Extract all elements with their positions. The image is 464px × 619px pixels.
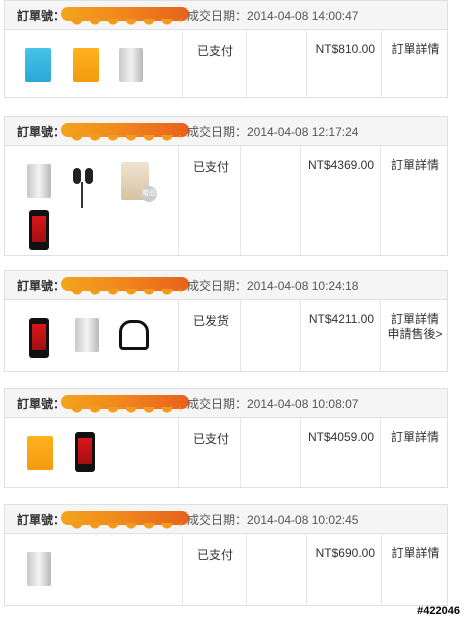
order-card: 訂單號： 成交日期：2014-04-08 10:02:45 已支付 NT$690… (4, 504, 448, 606)
order-detail-cell: 訂單詳情 (380, 418, 449, 487)
order-status: 已支付 (182, 534, 246, 605)
gift-badge: 贈品 (141, 186, 157, 202)
order-detail-link[interactable]: 訂單詳情 (381, 312, 449, 327)
order-price: NT$690.00 (306, 534, 381, 605)
order-detail-link[interactable]: 訂單詳情 (381, 430, 449, 445)
empty-column (240, 300, 301, 371)
order-detail-link[interactable]: 訂單詳情 (382, 42, 449, 57)
order-header: 訂單號： 成交日期：2014-04-08 10:02:45 (4, 504, 448, 534)
empty-column (246, 30, 307, 97)
order-number-label: 訂單號： (17, 397, 66, 411)
order-card: 訂單號： 成交日期：2014-04-08 10:24:18 已发货 NT$421… (4, 270, 448, 372)
order-date: 成交日期：2014-04-08 14:00:47 (187, 9, 359, 23)
order-status: 已支付 (178, 418, 240, 487)
otg-cable-icon[interactable] (119, 320, 149, 350)
order-body: 已支付 NT$4059.00 訂單詳情 (4, 418, 448, 488)
order-price: NT$4059.00 (300, 418, 380, 487)
order-body: 已发货 NT$4211.00 訂單詳情 申請售後> (4, 300, 448, 372)
order-status: 已支付 (178, 146, 240, 255)
blue-power-bank-icon[interactable] (25, 48, 51, 82)
redacted-order-number (61, 277, 189, 299)
order-date: 成交日期：2014-04-08 10:08:07 (187, 397, 359, 411)
order-header: 訂單號： 成交日期：2014-04-08 14:00:47 (4, 0, 448, 30)
orange-power-bank-icon[interactable] (73, 48, 99, 82)
redacted-order-number (61, 395, 189, 417)
order-number-label: 訂單號： (17, 9, 66, 23)
order-number-label: 訂單號： (17, 279, 66, 293)
red-phone-icon[interactable] (29, 318, 49, 358)
orange-power-bank-icon[interactable] (27, 436, 53, 470)
order-card: 訂單號： 成交日期：2014-04-08 14:00:47 已支付 NT$810… (4, 0, 448, 98)
order-number-label: 訂單號： (17, 513, 66, 527)
order-card: 訂單號： 成交日期：2014-04-08 12:17:24 贈品 已支付 NT$… (4, 116, 448, 256)
order-status: 已发货 (178, 300, 240, 371)
order-header: 訂單號： 成交日期：2014-04-08 10:24:18 (4, 270, 448, 300)
silver-power-bank-icon[interactable] (27, 164, 51, 198)
order-date: 成交日期：2014-04-08 10:02:45 (187, 513, 359, 527)
order-card: 訂單號： 成交日期：2014-04-08 10:08:07 已支付 NT$405… (4, 388, 448, 488)
order-detail-cell: 訂單詳情 (380, 146, 449, 255)
redacted-order-number (61, 7, 189, 29)
red-phone-icon[interactable] (29, 210, 49, 250)
silver-power-bank-icon[interactable] (27, 552, 51, 586)
order-date: 成交日期：2014-04-08 10:24:18 (187, 279, 359, 293)
order-body: 贈品 已支付 NT$4369.00 訂單詳情 (4, 146, 448, 256)
order-header: 訂單號： 成交日期：2014-04-08 12:17:24 (4, 116, 448, 146)
order-detail-link[interactable]: 訂單詳情 (381, 158, 449, 173)
redacted-order-number (61, 511, 189, 533)
black-earphones-icon[interactable] (65, 168, 101, 208)
order-body: 已支付 NT$810.00 訂單詳情 (4, 30, 448, 98)
watermark: #422046 (417, 605, 460, 617)
empty-column (240, 418, 301, 487)
order-price: NT$4211.00 (300, 300, 380, 371)
order-price: NT$4369.00 (300, 146, 380, 255)
silver-power-bank-icon[interactable] (75, 318, 99, 352)
order-detail-link[interactable]: 訂單詳情 (382, 546, 449, 561)
after-sales-link[interactable]: 申請售後> (381, 327, 449, 342)
order-detail-cell: 訂單詳情 (381, 30, 449, 97)
redacted-order-number (61, 123, 189, 145)
order-status: 已支付 (182, 30, 246, 97)
empty-column (240, 146, 301, 255)
order-header: 訂單號： 成交日期：2014-04-08 10:08:07 (4, 388, 448, 418)
empty-column (246, 534, 307, 605)
order-date: 成交日期：2014-04-08 12:17:24 (187, 125, 359, 139)
order-body: 已支付 NT$690.00 訂單詳情 (4, 534, 448, 606)
gift-box-icon[interactable]: 贈品 (121, 162, 157, 202)
order-price: NT$810.00 (306, 30, 381, 97)
order-detail-cell: 訂單詳情 申請售後> (380, 300, 449, 371)
red-phone-icon[interactable] (75, 432, 95, 472)
silver-power-bank-icon[interactable] (119, 48, 143, 82)
order-detail-cell: 訂單詳情 (381, 534, 449, 605)
order-number-label: 訂單號： (17, 125, 66, 139)
